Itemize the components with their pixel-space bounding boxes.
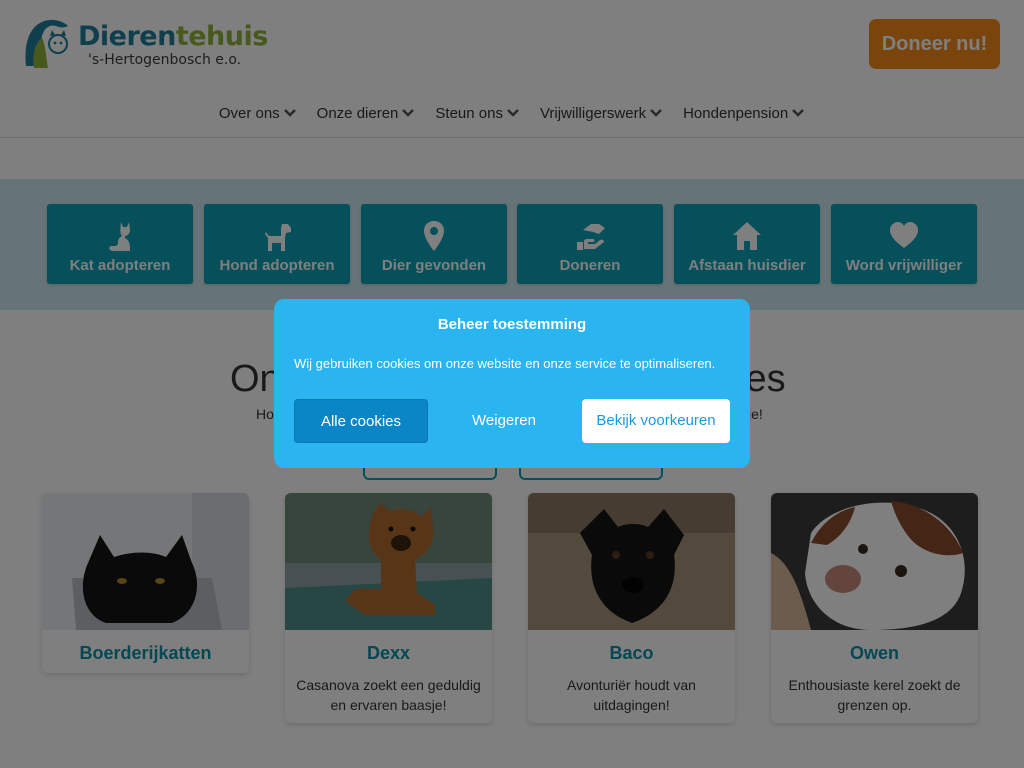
cookie-dialog-text: Wij gebruiken cookies om onze website en… xyxy=(294,356,716,371)
accept-all-cookies-button[interactable]: Alle cookies xyxy=(294,399,428,443)
cookie-dialog-title: Beheer toestemming xyxy=(437,316,587,333)
view-preferences-button[interactable]: Bekijk voorkeuren xyxy=(582,399,730,443)
cookie-consent-dialog: Beheer toestemming Wij gebruiken cookies… xyxy=(274,299,750,468)
deny-cookies-button[interactable]: Weigeren xyxy=(434,399,574,443)
